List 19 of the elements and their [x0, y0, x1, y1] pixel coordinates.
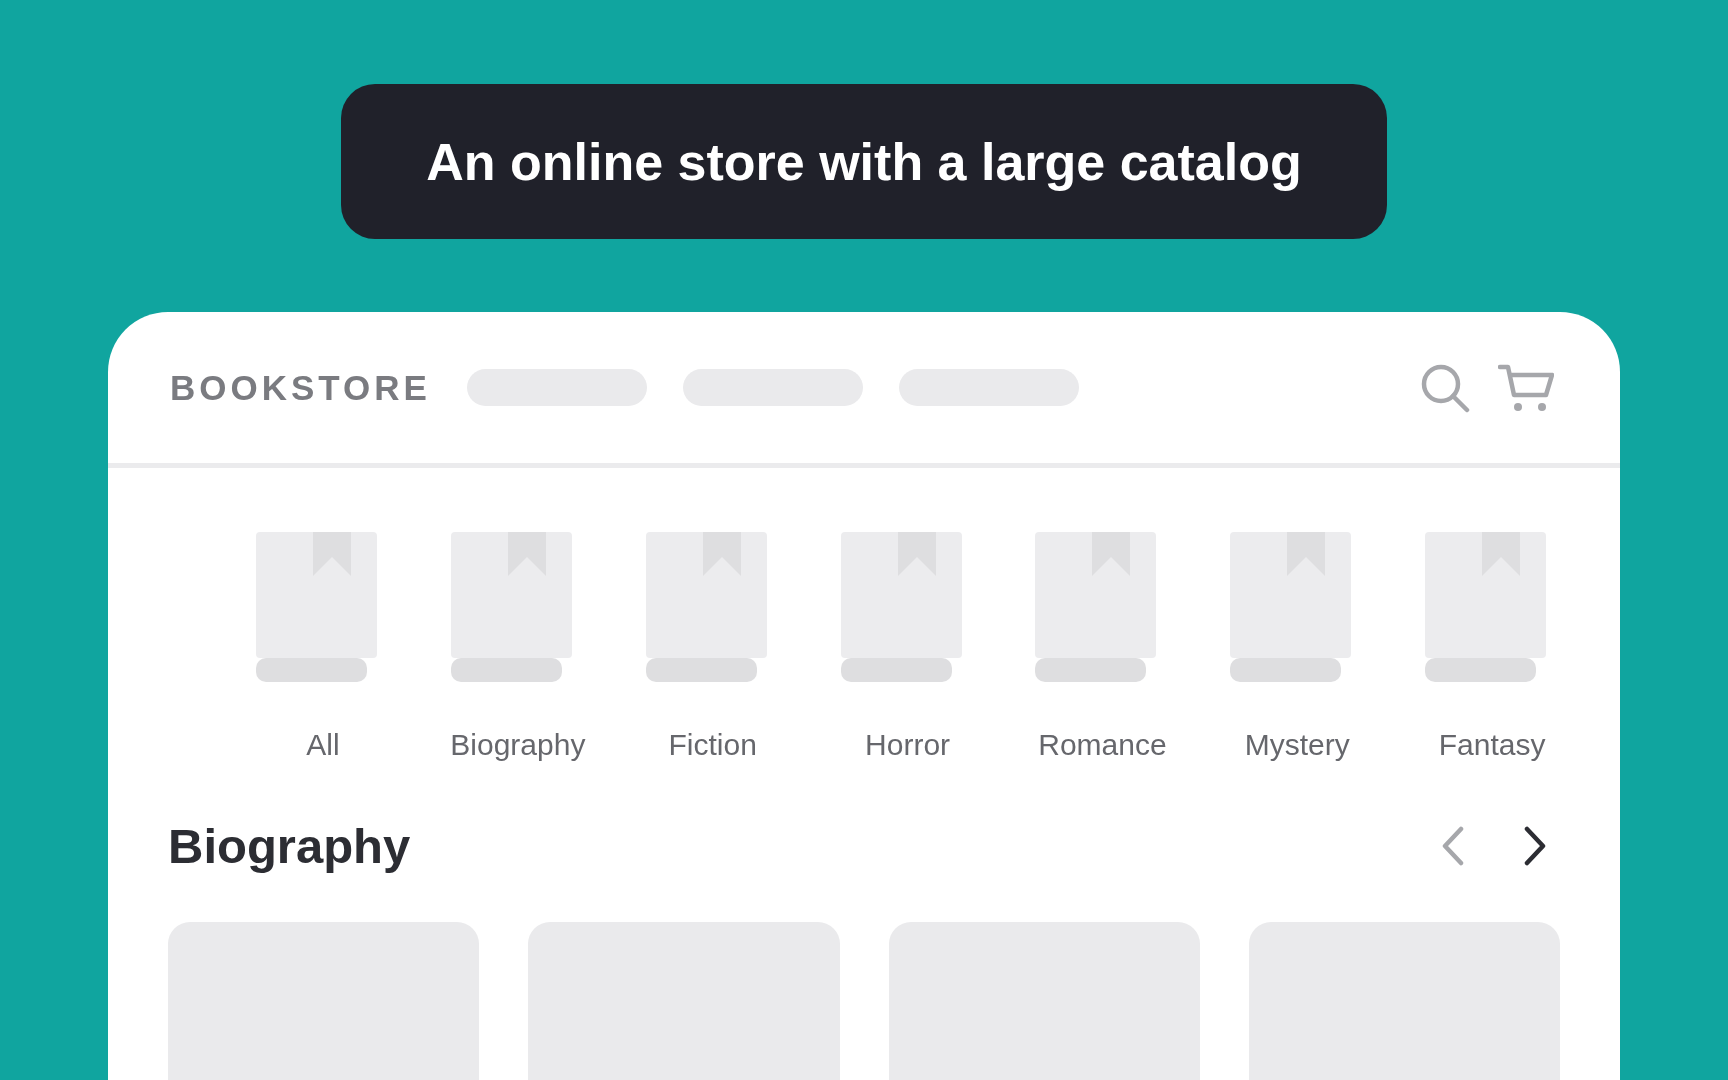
- category-item[interactable]: Fiction: [645, 532, 841, 762]
- category-item[interactable]: Fantasy: [1425, 532, 1620, 762]
- category-item[interactable]: Romance: [1035, 532, 1231, 762]
- search-icon[interactable]: [1420, 362, 1470, 413]
- banner-title: An online store with a large catalog: [426, 131, 1302, 192]
- category-item[interactable]: Biography: [450, 532, 646, 762]
- section-title: Biography: [168, 818, 412, 874]
- book-icon: [1425, 532, 1547, 682]
- category-item[interactable]: All: [256, 532, 451, 762]
- store-logo: BOOKSTORE: [170, 367, 431, 408]
- book-icon: [840, 532, 962, 682]
- book-icon: [1230, 532, 1352, 682]
- book-icon: [256, 532, 377, 682]
- book-icon: [450, 532, 572, 682]
- cart-icon[interactable]: [1498, 362, 1554, 413]
- book-icon: [645, 532, 767, 682]
- book-icon: [1035, 532, 1157, 682]
- category-item[interactable]: Horror: [840, 532, 1036, 762]
- category-item[interactable]: Mystery: [1230, 532, 1426, 762]
